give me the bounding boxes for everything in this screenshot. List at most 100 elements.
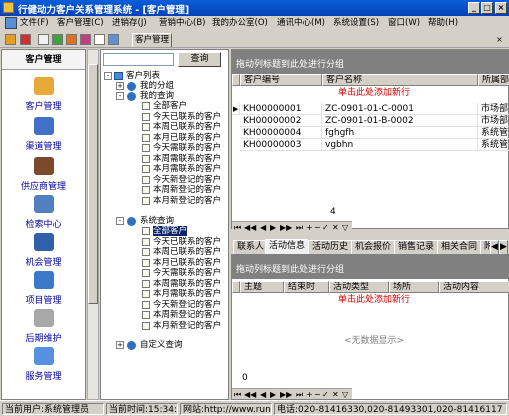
table-cell[interactable]: KH00000001 [240, 103, 322, 115]
nav-item-search-center[interactable]: 检索中心 [2, 192, 85, 230]
group-by-panel[interactable]: 拖动列标题到此处进行分组 [232, 50, 508, 74]
col-department[interactable]: 所属部 [478, 74, 509, 86]
window-icon[interactable] [94, 34, 105, 45]
confirm-icon[interactable]: ✓ [322, 222, 329, 233]
tree-item[interactable]: 今天已联系的客户 [153, 237, 221, 247]
home-icon[interactable] [66, 34, 77, 45]
left-nav-scrollbar[interactable] [87, 49, 99, 400]
nav-item-maintenance[interactable]: 后期维护 [2, 306, 85, 344]
add-record-icon[interactable]: + [306, 222, 313, 233]
tree-item[interactable]: 今天新登记的客户 [153, 300, 221, 310]
table-cell[interactable]: 市场部 [478, 103, 509, 115]
minimize-button[interactable]: _ [468, 2, 480, 14]
last-record-icon[interactable]: ⏭ [296, 222, 303, 233]
confirm-icon[interactable]: ✓ [322, 389, 329, 400]
close-button[interactable]: × [495, 2, 507, 14]
tree-item[interactable]: 本周已联系的客户 [153, 247, 221, 257]
tree-root[interactable]: 客户列表 [126, 71, 160, 81]
cancel-icon[interactable]: ✕ [332, 222, 339, 233]
tree-my-groups[interactable]: 我的分组 [140, 81, 174, 91]
menu-help[interactable]: 帮助(H) [428, 17, 458, 30]
collapse-icon[interactable]: - [104, 72, 112, 80]
scrollbar-thumb[interactable] [88, 64, 98, 304]
col-activity-content[interactable]: 活动内容 [439, 281, 509, 293]
screen-icon[interactable] [108, 34, 119, 45]
add-new-row[interactable]: 单击此处添加新行 [240, 294, 508, 306]
last-record-icon[interactable]: ⏭ [296, 389, 303, 400]
prev-record-icon[interactable]: ◀ [260, 389, 266, 400]
table-cell[interactable]: 系统管 [478, 127, 509, 139]
tab-activity-history[interactable]: 活动历史 [308, 240, 353, 254]
nav-item-opportunity[interactable]: 机会管理 [2, 230, 85, 268]
prev-page-icon[interactable]: ◀◀ [244, 222, 256, 233]
tree-item[interactable]: 本月新登记的客户 [153, 196, 221, 206]
collapse-icon[interactable]: - [116, 217, 124, 225]
nav-item-customer[interactable]: 客户管理 [2, 74, 85, 112]
tree-item[interactable]: 全部客户 [153, 226, 188, 236]
filter-icon[interactable]: ▽ [342, 222, 348, 233]
tree-item[interactable]: 全部客户 [153, 101, 187, 111]
tab-scroll-right-icon[interactable]: ▶ [499, 240, 508, 254]
tab-customer-management[interactable]: 客户管理 [132, 33, 172, 47]
tree-item[interactable]: 本月需联系的客户 [153, 164, 221, 174]
tree-item[interactable]: 今天需联系的客户 [153, 268, 221, 278]
add-record-icon[interactable]: + [306, 389, 313, 400]
tree-item[interactable]: 本周需联系的客户 [153, 279, 221, 289]
grid-navigator[interactable]: ⏮ ◀◀ ◀ ▶ ▶▶ ⏭ + − ✓ ✕ ▽ [232, 388, 352, 399]
tab-scroll-left-icon[interactable]: ◀ [490, 240, 499, 254]
stop-icon[interactable] [20, 34, 31, 45]
table-cell[interactable]: KH00000002 [240, 115, 322, 127]
table-cell[interactable]: 系统管 [478, 139, 509, 151]
table-cell[interactable]: ZC-0901-01-C-0001 [322, 103, 478, 115]
next-record-icon[interactable]: ▶ [270, 389, 276, 400]
menu-file[interactable]: 文件(F) [20, 17, 49, 30]
expand-icon[interactable]: + [116, 82, 124, 90]
tab-activity-info[interactable]: 活动信息 [265, 239, 310, 254]
menu-marketing[interactable]: 营销中心(B) [159, 17, 205, 30]
col-location[interactable]: 场所 [389, 281, 439, 293]
add-new-row[interactable]: 单击此处添加新行 [240, 87, 508, 99]
first-record-icon[interactable]: ⏮ [234, 222, 241, 233]
grid-navigator[interactable]: ⏮ ◀◀ ◀ ▶ ▶▶ ⏭ + − ✓ ✕ ▽ [232, 221, 352, 232]
group-by-panel[interactable]: 拖动列标题到此处进行分组 [232, 255, 508, 279]
mdi-close-icon[interactable]: × [494, 34, 505, 45]
next-page-icon[interactable]: ▶▶ [280, 389, 292, 400]
tree-item[interactable]: 今天已联系的客户 [153, 112, 221, 122]
search-icon[interactable] [38, 34, 49, 45]
table-cell[interactable]: vgbhn [322, 139, 478, 151]
table-cell[interactable]: fghgfh [322, 127, 478, 139]
refresh-icon[interactable] [52, 34, 63, 45]
col-end-time[interactable]: 结束时 [284, 281, 329, 293]
tree-item[interactable]: 今天新登记的客户 [153, 175, 221, 185]
cancel-icon[interactable]: ✕ [332, 389, 339, 400]
col-customer-name[interactable]: 客户名称 [322, 74, 478, 86]
tree-item[interactable]: 本月已联系的客户 [153, 258, 221, 268]
table-cell[interactable]: KH00000003 [240, 139, 322, 151]
collapse-icon[interactable]: - [116, 92, 124, 100]
search-input[interactable] [103, 53, 174, 66]
tree-item[interactable]: 本周新登记的客户 [153, 185, 221, 195]
menu-customer[interactable]: 客户管理(C) [57, 17, 104, 30]
tree-item[interactable]: 本周已联系的客户 [153, 122, 221, 132]
next-record-icon[interactable]: ▶ [270, 222, 276, 233]
nav-item-project[interactable]: 项目管理 [2, 268, 85, 306]
delete-record-icon[interactable]: − [314, 222, 321, 233]
menu-inventory[interactable]: 进销存(J) [112, 17, 147, 30]
prev-record-icon[interactable]: ◀ [260, 222, 266, 233]
col-customer-id[interactable]: 客户编号 [240, 74, 322, 86]
tree-item[interactable]: 本月已联系的客户 [153, 133, 221, 143]
tree-item[interactable]: 今天需联系的客户 [153, 143, 221, 153]
query-button[interactable]: 查询 [178, 52, 221, 67]
left-nav-header[interactable]: 客户管理 [2, 50, 85, 70]
col-subject[interactable]: 主题 [240, 281, 284, 293]
menu-settings[interactable]: 系统设置(S) [333, 17, 379, 30]
tree-custom-query[interactable]: 自定义查询 [140, 340, 183, 350]
table-cell[interactable]: KH00000004 [240, 127, 322, 139]
tab-related-contracts[interactable]: 相关合同 [437, 240, 482, 254]
maximize-button[interactable]: □ [481, 2, 493, 14]
prev-page-icon[interactable]: ◀◀ [244, 389, 256, 400]
tree-my-query[interactable]: 我的查询 [140, 91, 174, 101]
app-menu-icon[interactable] [5, 17, 17, 29]
tree-system-query[interactable]: 系统查询 [140, 216, 174, 226]
menu-communication[interactable]: 通讯中心(M) [277, 17, 325, 30]
